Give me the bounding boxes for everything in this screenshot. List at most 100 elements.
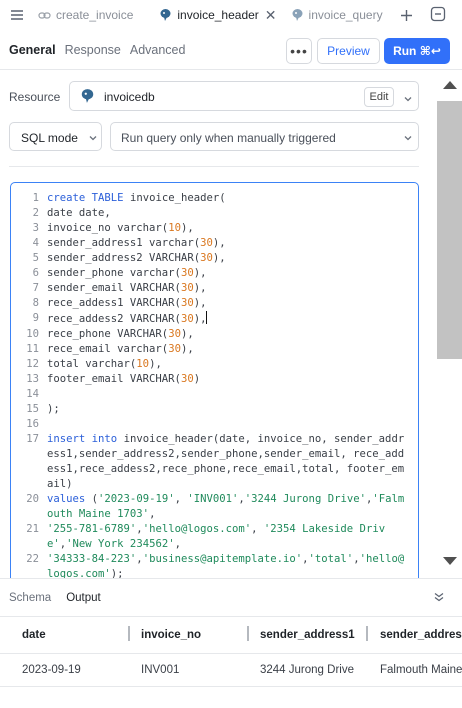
line-number: 20 xyxy=(26,493,39,505)
column-header[interactable]: invoice_no xyxy=(141,629,201,641)
line-number: 13 xyxy=(26,373,39,385)
trigger-value: Run query only when manually triggered xyxy=(121,131,336,145)
column-header[interactable]: sender_addres xyxy=(380,629,462,641)
code-line[interactable]: 3 invoice_no varchar(10), xyxy=(11,221,418,236)
scroll-thumb[interactable] xyxy=(437,101,462,359)
line-number: 22 xyxy=(26,553,39,565)
code-line[interactable]: 15); xyxy=(11,402,418,417)
chevron-down-icon xyxy=(88,132,98,146)
column-resize-handle[interactable] xyxy=(247,626,249,641)
code-text: date date, xyxy=(47,207,111,219)
code-text: rece_addess1 VARCHAR(30), xyxy=(47,297,207,309)
tab-invoice-query[interactable]: invoice_query xyxy=(287,0,387,30)
line-number: 8 xyxy=(32,297,39,309)
query-subbar: General Response Advanced ••• Preview Ru… xyxy=(0,30,462,70)
code-line[interactable]: 20 values ('2023-09-19', 'INV001','3244 J… xyxy=(11,492,418,522)
code-line[interactable]: 11 rece_email varchar(30), xyxy=(11,342,418,357)
table-cell: 2023-09-19 xyxy=(22,664,81,676)
panel-scrollbar[interactable] xyxy=(437,71,462,578)
line-number: 9 xyxy=(32,312,39,324)
code-line[interactable]: 13 footer_email VARCHAR(30) xyxy=(11,372,418,387)
code-text: ); xyxy=(47,403,60,415)
code-text: insert into invoice_header(date, invoice… xyxy=(47,433,405,490)
line-number: 14 xyxy=(26,388,39,400)
results-table: date invoice_no sender_address1 sender_a… xyxy=(0,616,462,708)
code-line[interactable]: 16 xyxy=(11,417,418,432)
code-line[interactable]: 4 sender_address1 varchar(30), xyxy=(11,236,418,251)
code-text: rece_addess2 VARCHAR(30), xyxy=(47,311,208,325)
code-text: create TABLE invoice_header( xyxy=(47,192,226,204)
scroll-up-icon[interactable] xyxy=(443,81,457,89)
preview-button[interactable]: Preview xyxy=(317,38,380,64)
chevron-down-icon xyxy=(403,132,413,146)
line-number: 2 xyxy=(32,207,39,219)
code-line[interactable]: 5 sender_address2 VARCHAR(30), xyxy=(11,251,418,266)
code-text: rece_email varchar(30), xyxy=(47,343,194,355)
code-line[interactable]: 8 rece_addess1 VARCHAR(30), xyxy=(11,296,418,311)
mode-select[interactable]: SQL mode xyxy=(9,122,102,151)
code-line[interactable]: 22 '34333-84-223','business@apitemplate.i… xyxy=(11,552,418,578)
line-number: 3 xyxy=(32,222,39,234)
text-cursor xyxy=(206,311,208,324)
code-line[interactable]: 6 sender_phone varchar(30), xyxy=(11,266,418,281)
mode-value: SQL mode xyxy=(21,131,78,145)
more-button[interactable]: ••• xyxy=(286,38,312,64)
line-number: 15 xyxy=(26,403,39,415)
resource-label: Resource xyxy=(9,90,61,104)
subtab-response[interactable]: Response xyxy=(65,43,121,57)
code-text: sender_address2 VARCHAR(30), xyxy=(47,252,226,264)
subtab-advanced[interactable]: Advanced xyxy=(130,43,186,57)
code-line[interactable]: 7 sender_email VARCHAR(30), xyxy=(11,281,418,296)
scroll-down-icon[interactable] xyxy=(443,557,457,565)
close-icon[interactable]: ✕ xyxy=(265,7,277,24)
trigger-select[interactable]: Run query only when manually triggered xyxy=(110,122,419,151)
table-row[interactable]: 2023-09-19 INV001 3244 Jurong Drive Falm… xyxy=(0,654,462,687)
table-cell: Falmouth Maine xyxy=(380,664,462,676)
code-text: '34333-84-223','business@apitemplate.io'… xyxy=(47,553,405,578)
column-header[interactable]: date xyxy=(22,629,46,641)
postgres-icon xyxy=(291,8,304,22)
tab-bar: create_invoice invoice_header ✕ invoice_… xyxy=(0,0,462,30)
line-number: 21 xyxy=(26,523,39,535)
run-button[interactable]: Run ⌘↩ xyxy=(384,38,450,64)
code-line[interactable]: 12 total varchar(10), xyxy=(11,357,418,372)
code-text: rece_phone VARCHAR(30), xyxy=(47,328,194,340)
line-number: 4 xyxy=(32,237,39,249)
tab-create-invoice[interactable]: create_invoice xyxy=(34,0,137,30)
code-line[interactable]: 2 date date, xyxy=(11,206,418,221)
code-text: '255-781-6789','hello@logos.com', '2354 … xyxy=(47,523,386,550)
query-panel: Resource invoicedb Edit SQL mode Run que… xyxy=(0,71,437,578)
resource-select[interactable]: invoicedb Edit xyxy=(69,81,419,111)
tab-schema[interactable]: Schema xyxy=(9,592,51,604)
table-header: date invoice_no sender_address1 sender_a… xyxy=(0,616,462,654)
column-resize-handle[interactable] xyxy=(128,626,130,641)
column-resize-handle[interactable] xyxy=(366,626,368,641)
table-cell: INV001 xyxy=(141,664,180,676)
subtab-general[interactable]: General xyxy=(9,43,56,57)
collapse-icon[interactable] xyxy=(433,590,445,608)
resource-name: invoicedb xyxy=(104,90,155,104)
code-line[interactable]: 14 xyxy=(11,387,418,402)
code-line[interactable]: 10 rece_phone VARCHAR(30), xyxy=(11,327,418,342)
code-line[interactable]: 21 '255-781-6789','hello@logos.com', '235… xyxy=(11,522,418,552)
tab-invoice-header[interactable]: invoice_header ✕ xyxy=(155,0,280,30)
code-lines[interactable]: 1 create TABLE invoice_header( 2 date date,… xyxy=(11,191,418,578)
sql-editor[interactable]: 1 create TABLE invoice_header( 2 date date,… xyxy=(10,182,419,578)
collapse-icon[interactable] xyxy=(430,6,448,24)
tab-output[interactable]: Output xyxy=(66,592,101,604)
code-line[interactable]: 1 create TABLE invoice_header( xyxy=(11,191,418,206)
menu-icon[interactable] xyxy=(0,0,34,30)
line-number: 1 xyxy=(32,192,39,204)
chevron-down-icon xyxy=(403,91,413,109)
code-text: sender_email VARCHAR(30), xyxy=(47,282,207,294)
code-line[interactable]: 17 insert into invoice_header(date, invoi… xyxy=(11,432,418,492)
code-line[interactable]: 9 rece_addess2 VARCHAR(30), xyxy=(11,311,418,327)
code-text: sender_address1 varchar(30), xyxy=(47,237,226,249)
column-header[interactable]: sender_address1 xyxy=(260,629,355,641)
edit-resource-button[interactable]: Edit xyxy=(364,87,394,107)
plus-icon[interactable] xyxy=(397,5,415,25)
code-text: invoice_no varchar(10), xyxy=(47,222,194,234)
line-number: 6 xyxy=(32,267,39,279)
tab-label: create_invoice xyxy=(56,8,134,22)
